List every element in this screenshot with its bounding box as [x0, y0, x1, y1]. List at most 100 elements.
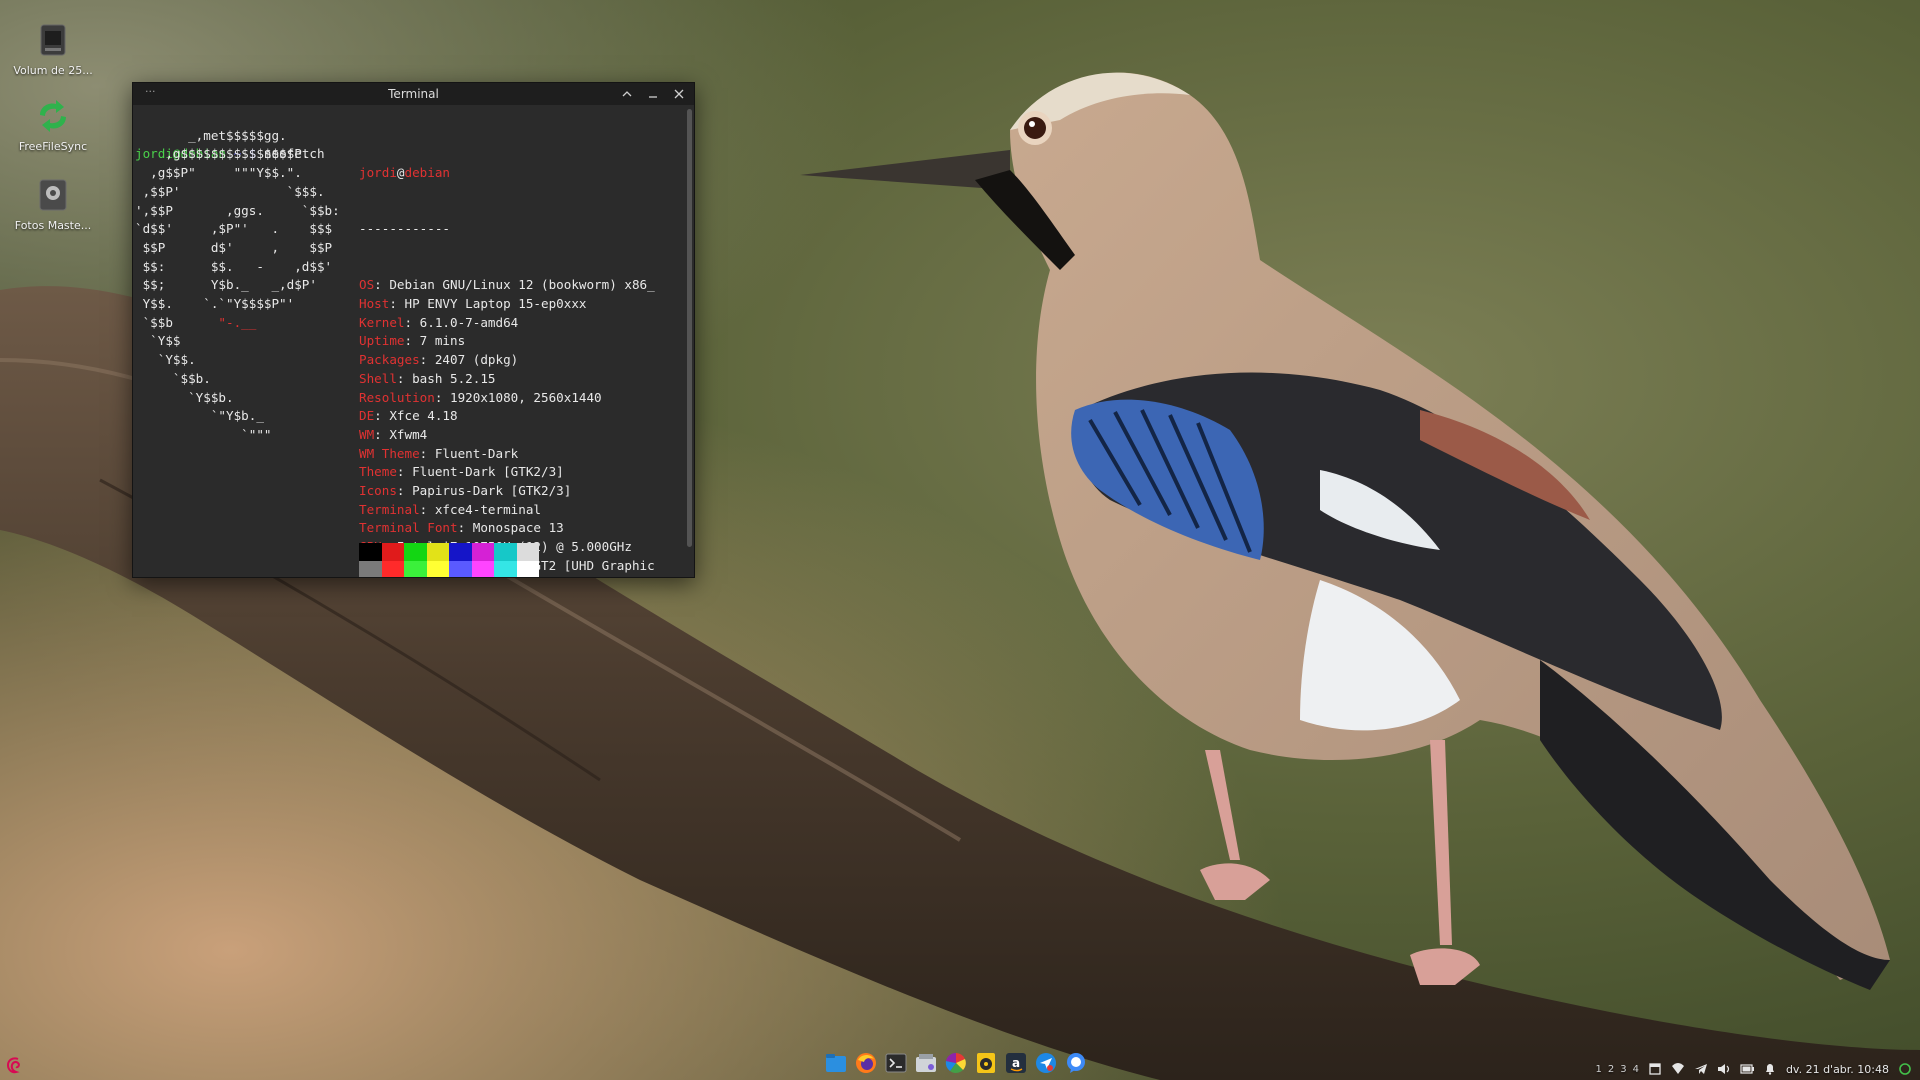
desktop-icon-volume[interactable]: Volum de 25...	[10, 20, 96, 77]
info-line: WM Theme: Fluent-Dark	[359, 445, 655, 464]
info-host: debian	[404, 165, 451, 181]
chevron-up-icon	[622, 91, 632, 97]
ascii-line: _,met$$$$$gg.	[135, 127, 287, 143]
info-line: Kernel: 6.1.0-7-amd64	[359, 314, 655, 333]
info-line: Terminal Font: Monospace 13	[359, 519, 655, 538]
desktop-icon-label: Fotos Maste...	[14, 219, 92, 232]
dock-item-chat[interactable]	[1064, 1051, 1088, 1075]
color-swatch	[359, 543, 382, 561]
info-colon: :	[419, 352, 435, 368]
dock-item-terminal[interactable]	[884, 1051, 908, 1075]
info-colon: :	[404, 314, 420, 330]
volume-icon[interactable]	[1717, 1062, 1731, 1076]
notifications-icon[interactable]	[1763, 1062, 1777, 1076]
dock-item-amazon[interactable]: a	[1004, 1051, 1028, 1075]
info-value: 6.1.0-7-amd64	[419, 314, 519, 330]
ascii-line: $$; Y$b._ _,d$P'	[135, 277, 317, 293]
info-key: Uptime	[359, 333, 405, 349]
clock[interactable]: dv. 21 d'abr. 10:48	[1786, 1063, 1889, 1076]
info-value: bash 5.2.15	[412, 370, 496, 386]
workspace-2[interactable]: 2	[1608, 1064, 1614, 1075]
info-line: Uptime: 7 mins	[359, 332, 655, 351]
ascii-line: ,g$$$$$$$$$$$$$$$P.	[135, 146, 310, 162]
terminal-icon	[885, 1053, 907, 1073]
color-picker-icon	[945, 1052, 966, 1073]
workspace-switcher[interactable]: 1 2 3 4	[1595, 1064, 1639, 1075]
info-colon: :	[374, 408, 390, 424]
ascii-line: `Y$$.	[135, 352, 196, 368]
color-swatch	[494, 561, 517, 577]
info-at: @	[396, 165, 405, 181]
info-header: jordi@debian	[359, 164, 655, 183]
info-value: Xfwm4	[389, 426, 428, 442]
info-colon: :	[396, 370, 413, 386]
maximize-button[interactable]	[620, 87, 634, 101]
info-key: WM	[359, 426, 375, 442]
workspace-3[interactable]: 3	[1620, 1064, 1626, 1075]
minimize-button[interactable]	[646, 87, 660, 101]
color-swatch	[404, 543, 427, 561]
color-swatch	[516, 543, 539, 561]
amazon-icon: a	[1006, 1053, 1026, 1073]
info-colon: :	[434, 389, 450, 405]
info-value: xfce4-terminal	[434, 501, 541, 517]
dock-item-music[interactable]	[974, 1051, 998, 1075]
info-line: Host: HP ENVY Laptop 15-ep0xxx	[359, 295, 655, 314]
update-icon[interactable]	[1898, 1062, 1912, 1076]
terminal-window[interactable]: ··· Terminal jordi@debian ~ $ neofetch _…	[132, 82, 695, 578]
info-colon: :	[457, 520, 473, 536]
info-key: Terminal	[359, 501, 420, 517]
firefox-icon	[856, 1053, 876, 1073]
ascii-line: `$$b "-.__	[135, 314, 257, 330]
color-swatch	[471, 561, 494, 577]
color-swatch	[426, 543, 449, 561]
wifi-icon[interactable]	[1671, 1062, 1685, 1076]
window-menu-icon[interactable]: ···	[145, 85, 156, 98]
window-list-icon[interactable]	[1648, 1062, 1662, 1076]
info-line: Resolution: 1920x1080, 2560x1440	[359, 389, 655, 408]
ascii-line: `Y$$	[135, 333, 181, 349]
info-value: 1920x1080, 2560x1440	[450, 389, 602, 405]
info-key: Resolution	[359, 389, 435, 405]
info-value: Monospace 13	[472, 520, 564, 536]
dock-item-files[interactable]	[824, 1051, 848, 1075]
dock-item-firefox[interactable]	[854, 1051, 878, 1075]
info-colon: :	[389, 296, 405, 312]
photos-app-icon	[33, 175, 73, 215]
info-user: jordi	[359, 165, 397, 181]
window-titlebar[interactable]: ··· Terminal	[133, 83, 694, 105]
info-value: Fluent-Dark	[434, 445, 519, 461]
desktop-icon-freefilesync[interactable]: FreeFileSync	[10, 96, 96, 153]
system-info: jordi@debian ------------ OS: Debian GNU…	[359, 127, 655, 577]
info-colon: :	[374, 426, 390, 442]
info-line: OS: Debian GNU/Linux 12 (bookworm) x86_	[359, 276, 655, 295]
workspace-1[interactable]: 1	[1595, 1064, 1601, 1075]
close-button[interactable]	[672, 87, 686, 101]
telegram-icon[interactable]	[1694, 1062, 1708, 1076]
desktop-icon-fotos[interactable]: Fotos Maste...	[10, 175, 96, 232]
color-swatch	[516, 561, 539, 577]
debian-logo-icon	[6, 1057, 20, 1074]
info-line: WM: Xfwm4	[359, 426, 655, 445]
dock-item-file-manager[interactable]	[914, 1051, 938, 1075]
close-icon	[674, 89, 684, 99]
network-browser-icon	[1036, 1053, 1056, 1073]
info-key: DE	[359, 408, 375, 424]
terminal-output[interactable]: jordi@debian ~ $ neofetch _,met$$$$$gg. …	[133, 105, 685, 577]
dock-item-color-picker[interactable]	[944, 1051, 968, 1075]
info-value: Debian GNU/Linux 12 (bookworm) x86_	[389, 277, 655, 293]
battery-icon[interactable]	[1740, 1062, 1754, 1076]
info-line: DE: Xfce 4.18	[359, 407, 655, 426]
window-title: Terminal	[388, 87, 439, 101]
info-key: Packages	[359, 352, 420, 368]
file-manager-icon	[916, 1054, 936, 1072]
scrollbar[interactable]	[687, 109, 692, 547]
workspace-4[interactable]: 4	[1633, 1064, 1639, 1075]
info-colon: :	[374, 277, 390, 293]
debian-menu-button[interactable]	[4, 1054, 26, 1076]
debian-ascii-logo: _,met$$$$$gg. ,g$$$$$$$$$$$$$$$P. ,g$$P"…	[135, 127, 340, 445]
minimize-icon	[649, 96, 657, 98]
info-colon: :	[419, 501, 435, 517]
dock-item-network[interactable]	[1034, 1051, 1058, 1075]
color-swatch	[471, 543, 494, 561]
